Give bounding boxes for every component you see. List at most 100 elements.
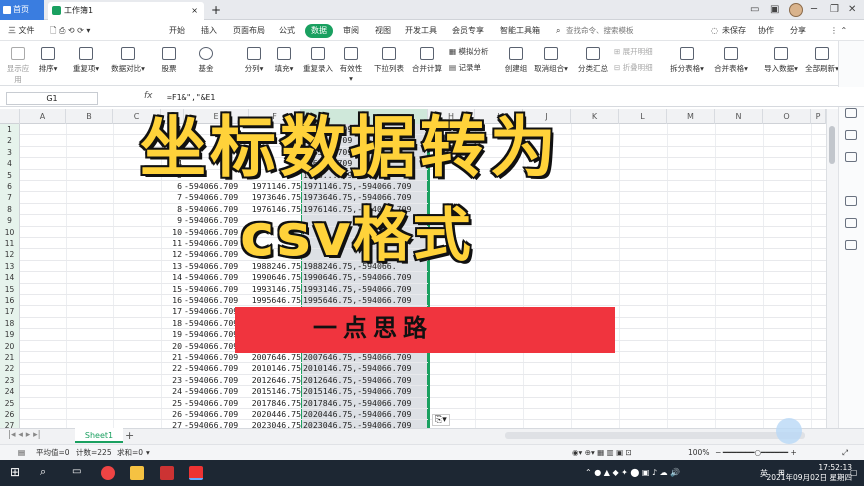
stock-button[interactable]: 股票	[155, 47, 183, 74]
add-sheet-button[interactable]: +	[125, 429, 134, 442]
cell-d[interactable]: 14	[161, 272, 182, 283]
cell-d[interactable]: 16	[161, 295, 182, 306]
layout-icon[interactable]: ▭	[750, 0, 759, 20]
cell-d[interactable]: 20	[161, 341, 182, 352]
row-header[interactable]: 7	[0, 192, 20, 204]
row-header[interactable]: 27	[0, 420, 20, 428]
menu-review[interactable]: 审阅	[343, 24, 359, 38]
side-backup-icon[interactable]	[845, 240, 857, 250]
cell-d[interactable]: 18	[161, 318, 182, 329]
cell-d[interactable]: 26	[161, 409, 182, 420]
minimize-button[interactable]: ─	[811, 0, 817, 20]
cell-e[interactable]: -594066.709	[184, 192, 248, 203]
side-shape-icon[interactable]	[845, 218, 857, 228]
cell-d[interactable]: 7	[161, 192, 182, 203]
maximize-button[interactable]: ❐	[830, 0, 839, 20]
menu-formula[interactable]: 公式	[279, 24, 295, 38]
validation-button[interactable]: 有效性▾	[338, 47, 364, 83]
row-header[interactable]: 26	[0, 409, 20, 421]
cell-e[interactable]: -594066.709	[184, 386, 248, 397]
simulate-button[interactable]: ▦ 模拟分析	[449, 46, 488, 57]
fill-button[interactable]: 填充▾	[272, 47, 296, 74]
ungroup-button[interactable]: 取消组合▾	[533, 47, 569, 74]
column-header[interactable]: M	[667, 109, 715, 124]
app-red-icon[interactable]	[160, 466, 174, 480]
row-header[interactable]: 3	[0, 146, 20, 159]
fullscreen-icon[interactable]: ⤢	[842, 445, 848, 460]
record-button[interactable]: ▤ 记录单	[449, 62, 481, 73]
duplicates-button[interactable]: 重复项▾	[70, 47, 102, 74]
avatar[interactable]	[789, 3, 803, 17]
paste-options-icon[interactable]: ⎘▾	[432, 414, 450, 426]
cell-d[interactable]: 13	[161, 261, 182, 272]
collapse-detail-button[interactable]: ⊟ 折叠明细	[614, 62, 653, 73]
row-header[interactable]: 10	[0, 226, 20, 238]
cell-d[interactable]: 25	[161, 398, 182, 409]
home-tab[interactable]: 首页	[0, 0, 44, 20]
column-header[interactable]: N	[715, 109, 763, 124]
menu-data[interactable]: 数据	[305, 24, 333, 38]
cell-d[interactable]: 9	[161, 215, 182, 226]
column-header[interactable]: O	[763, 109, 811, 124]
close-window-button[interactable]: ✕	[848, 0, 856, 20]
notification-icon[interactable]: ▢	[850, 468, 858, 477]
search-icon[interactable]: ⌕	[556, 24, 560, 38]
cell-e[interactable]: -594066.709	[184, 261, 248, 272]
cell-e[interactable]: -594066.709	[184, 375, 248, 386]
zoom-slider[interactable]: ─ ━━━━━━━○━━━━━━ +	[716, 445, 797, 460]
cell-d[interactable]: 17	[161, 306, 182, 317]
row-header[interactable]: 15	[0, 283, 20, 295]
cell-d[interactable]: 21	[161, 352, 182, 363]
clock[interactable]: 17:52:13 2021年09月02日 星期四	[766, 463, 852, 483]
cell-d[interactable]: 8	[161, 204, 182, 215]
cell-f[interactable]: 1995646.75	[249, 295, 301, 306]
row-header[interactable]: 24	[0, 386, 20, 398]
fund-button[interactable]: 基金	[192, 47, 220, 74]
row-header[interactable]: 19	[0, 329, 20, 341]
cell-d[interactable]: 19	[161, 329, 182, 340]
row-header[interactable]: 9	[0, 215, 20, 227]
windows-start-icon[interactable]: ⊞	[10, 465, 20, 479]
cell-g[interactable]: 2020446.75,-594066.709	[303, 409, 428, 420]
chrome-icon[interactable]	[101, 466, 115, 480]
file-menu[interactable]: 三 文件	[8, 24, 35, 38]
wps-icon[interactable]	[189, 466, 203, 480]
row-header[interactable]: 14	[0, 272, 20, 284]
row-header[interactable]: 18	[0, 317, 20, 330]
menu-home[interactable]: 开始	[169, 24, 185, 38]
cell-f[interactable]: 2017846.75	[249, 398, 301, 409]
row-header[interactable]: 25	[0, 397, 20, 409]
row-header[interactable]: 1	[0, 124, 20, 136]
floating-assistant-icon[interactable]	[776, 418, 802, 444]
cell-e[interactable]: -594066.709	[184, 409, 248, 420]
new-tab-button[interactable]: +	[211, 1, 221, 19]
layout-grid-icon[interactable]: ▣	[770, 0, 779, 20]
row-header[interactable]: 17	[0, 306, 20, 318]
cell-f[interactable]: 2012646.75	[249, 375, 301, 386]
cell-e[interactable]: -594066.709	[184, 420, 248, 428]
column-header[interactable]: B	[66, 109, 113, 124]
cooperate-button[interactable]: 协作	[758, 24, 774, 38]
row-header[interactable]: 11	[0, 238, 20, 250]
column-header[interactable]: A	[20, 109, 66, 124]
cell-g[interactable]: 1995646.75,-594066.709	[303, 295, 428, 306]
row-header[interactable]: 2	[0, 135, 20, 147]
menu-insert[interactable]: 插入	[201, 24, 217, 38]
cell-f[interactable]: 2015146.75	[249, 386, 301, 397]
side-settings-icon[interactable]	[845, 152, 857, 162]
cell-e[interactable]: -594066.709	[184, 295, 248, 306]
cell-e[interactable]: -594066.709	[184, 284, 248, 295]
cell-f[interactable]: 2023046.75	[249, 420, 301, 428]
cell-e[interactable]: -594066.709	[184, 238, 248, 249]
menu-page-layout[interactable]: 页面布局	[233, 24, 265, 38]
cell-d[interactable]: 23	[161, 375, 182, 386]
merge-table-button[interactable]: 合并表格▾	[712, 47, 750, 74]
cell-e[interactable]: -594066.709	[184, 272, 248, 283]
cell-f[interactable]: 1990646.75	[249, 272, 301, 283]
folder-icon[interactable]	[130, 466, 144, 480]
compare-button[interactable]: 数据对比▾	[108, 47, 148, 74]
row-header[interactable]: 21	[0, 352, 20, 364]
cell-e[interactable]: -594066.709	[184, 215, 248, 226]
column-header[interactable]: L	[619, 109, 667, 124]
cell-d[interactable]: 10	[161, 227, 182, 238]
